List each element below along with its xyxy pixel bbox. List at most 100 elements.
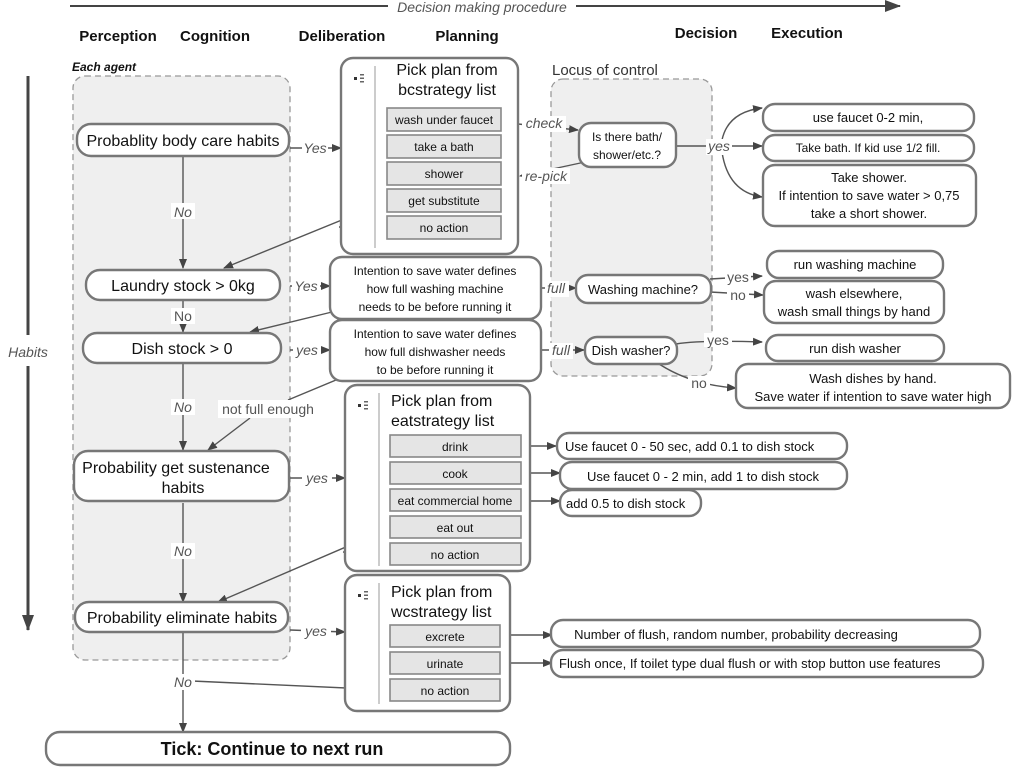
edge-label-yes: yes [707, 138, 730, 154]
svg-text:wash small things by hand: wash small things by hand [777, 304, 930, 319]
svg-text:no action: no action [431, 548, 480, 562]
svg-text:Take shower.: Take shower. [831, 170, 907, 185]
svg-text:Washing machine?: Washing machine? [588, 282, 698, 297]
plan-bcstrategy: Pick plan from bcstrategy list wash unde… [339, 56, 520, 256]
column-cognition: Cognition [180, 28, 250, 45]
svg-text:shower/etc.?: shower/etc.? [593, 148, 661, 162]
plan-item[interactable]: wash under faucet [386, 107, 502, 132]
edge-label-full: full [547, 280, 566, 296]
node-washing-machine-question: Washing machine? [574, 273, 713, 305]
svg-text:Use faucet 0 - 50 sec, add 0.1: Use faucet 0 - 50 sec, add 0.1 to dish s… [565, 439, 815, 454]
edge-label-no: No [174, 399, 192, 415]
column-planning: Planning [435, 28, 498, 45]
svg-text:Flush once, If toilet type dua: Flush once, If toilet type dual flush or… [559, 656, 941, 671]
svg-text:eat commercial home: eat commercial home [398, 494, 513, 508]
svg-text:Pick plan from: Pick plan from [396, 62, 497, 79]
edge-label-yes: Yes [303, 140, 326, 156]
exec-drink: Use faucet 0 - 50 sec, add 0.1 to dish s… [555, 431, 849, 461]
node-body-care: Probablity body care habits [75, 122, 291, 158]
plan-item[interactable]: eat out [389, 515, 522, 539]
svg-text:run dish washer: run dish washer [809, 341, 901, 356]
edge-label-no: no [730, 287, 746, 303]
svg-text:wash elsewhere,: wash elsewhere, [805, 286, 903, 301]
plan-item[interactable]: eat commercial home [389, 488, 522, 512]
plan-item[interactable]: no action [386, 215, 502, 240]
edge-label-repick: re-pick [525, 168, 568, 184]
edge-label-yes: yes [304, 623, 327, 639]
plan-item[interactable]: drink [389, 434, 522, 458]
svg-text:Probability eliminate habits: Probability eliminate habits [87, 610, 277, 627]
exec-urinate: Flush once, If toilet type dual flush or… [549, 648, 985, 679]
edge-label-no: No [174, 543, 192, 559]
svg-text:Take bath. If kid use 1/2 fill: Take bath. If kid use 1/2 fill. [796, 141, 941, 155]
each-agent-zone [72, 75, 291, 661]
svg-text:eatstrategy list: eatstrategy list [391, 413, 495, 430]
column-perception: Perception [79, 28, 157, 45]
node-dishwasher-question: Dish washer? [583, 335, 679, 366]
svg-text:habits: habits [162, 480, 205, 497]
exec-faucet: use faucet 0-2 min, [761, 102, 976, 133]
svg-text:wcstrategy list: wcstrategy list [390, 604, 492, 621]
svg-text:to be before running it: to be before running it [377, 363, 494, 377]
svg-text:run washing machine: run washing machine [794, 257, 917, 272]
plan-eatstrategy: Pick plan from eatstrategy list drink co… [343, 383, 532, 573]
svg-text:bcstrategy list: bcstrategy list [398, 82, 496, 99]
svg-text:no action: no action [420, 221, 469, 235]
svg-text:Wash dishes by hand.: Wash dishes by hand. [809, 371, 936, 386]
edge-label-check: check [526, 115, 564, 131]
svg-text:Save water if intention to sav: Save water if intention to save water hi… [754, 389, 991, 404]
plan-item[interactable]: no action [389, 678, 501, 702]
node-dish-stock: Dish stock > 0 [81, 331, 283, 365]
exec-commercial: add 0.5 to dish stock [558, 488, 703, 518]
exec-hand-dishes: Wash dishes by hand. Save water if inten… [734, 362, 1012, 410]
plan-item[interactable]: excrete [389, 624, 501, 648]
exec-cook: Use faucet 0 - 2 min, add 1 to dish stoc… [558, 460, 849, 491]
procedure-label: Decision making procedure [397, 0, 567, 15]
svg-text:excrete: excrete [425, 630, 465, 644]
column-deliberation: Deliberation [299, 28, 386, 45]
node-sustenance: Probability get sustenance habits [72, 449, 291, 503]
node-dishwasher-intention: Intention to save water defines how full… [328, 318, 543, 383]
svg-text:eat out: eat out [437, 521, 474, 535]
svg-text:Dish stock > 0: Dish stock > 0 [132, 341, 233, 358]
svg-text:Intention to save water define: Intention to save water defines [354, 327, 517, 341]
exec-bath: Take bath. If kid use 1/2 fill. [761, 133, 976, 163]
svg-text:wash under faucet: wash under faucet [394, 113, 494, 127]
svg-text:Probability get sustenance: Probability get sustenance [82, 460, 270, 477]
svg-text:Tick: Continue to next run: Tick: Continue to next run [161, 739, 384, 759]
exec-wash-elsewhere: wash elsewhere, wash small things by han… [762, 279, 946, 325]
locus-of-control-label: Locus of control [552, 62, 658, 79]
svg-text:get substitute: get substitute [408, 194, 480, 208]
edge-label-no: No [174, 308, 192, 324]
svg-text:how full washing machine: how full washing machine [367, 282, 504, 296]
svg-text:If intention to save water > 0: If intention to save water > 0,75 [778, 188, 959, 203]
node-washing-intention: Intention to save water defines how full… [328, 255, 543, 321]
tick-continue: Tick: Continue to next run [44, 730, 512, 767]
plan-item[interactable]: take a bath [386, 134, 502, 159]
exec-shower: Take shower. If intention to save water … [761, 163, 978, 228]
plan-item[interactable]: no action [389, 542, 522, 566]
procedure-arrow: Decision making procedure [70, 0, 901, 15]
svg-text:needs to be before running it: needs to be before running it [359, 300, 512, 314]
edge-label-no: no [691, 375, 707, 391]
plan-item[interactable]: shower [386, 161, 502, 186]
edge-label-full: full [552, 342, 571, 358]
habits-label: Habits [8, 344, 48, 360]
svg-text:Is there bath/: Is there bath/ [592, 130, 663, 144]
plan-item[interactable]: get substitute [386, 188, 502, 213]
habits-arrow: Habits [8, 76, 48, 631]
svg-text:no action: no action [421, 684, 470, 698]
edge-label-no: No [174, 204, 192, 220]
plan-item[interactable]: urinate [389, 651, 501, 675]
plan-item[interactable]: cook [389, 461, 522, 485]
svg-text:urinate: urinate [427, 657, 464, 671]
svg-text:Number of flush, random number: Number of flush, random number, probabil… [574, 627, 898, 642]
flowchart: Decision making procedure Perception Cog… [8, 0, 1012, 767]
svg-text:how full dishwasher needs: how full dishwasher needs [365, 345, 506, 359]
node-bath-question: Is there bath/ shower/etc.? [577, 121, 678, 169]
svg-text:Use faucet 0 - 2 min, add 1 to: Use faucet 0 - 2 min, add 1 to dish stoc… [587, 469, 819, 484]
svg-text:shower: shower [425, 167, 464, 181]
edge-label-yes: yes [295, 342, 318, 358]
edge-label-not-full-enough: not full enough [222, 401, 314, 417]
svg-text:add 0.5 to dish stock: add 0.5 to dish stock [566, 496, 686, 511]
